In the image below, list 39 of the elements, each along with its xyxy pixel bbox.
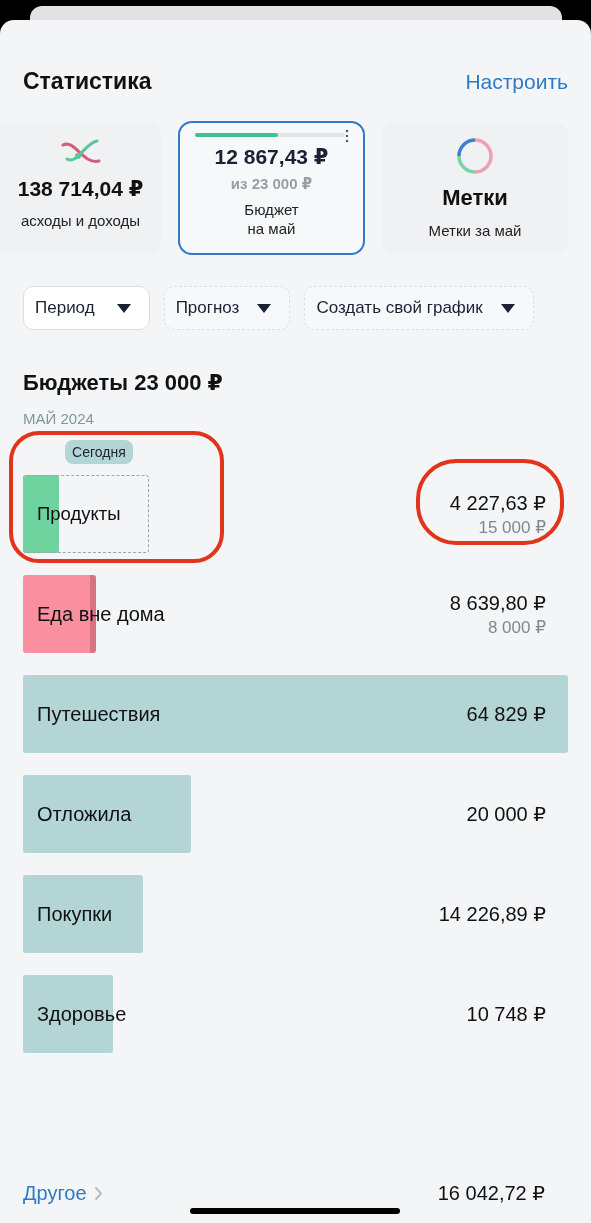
other-amount: 16 042,72 ₽ [437,1181,545,1205]
card-caption: Метки за май [428,221,522,240]
month-label: МАЙ 2024 [23,410,95,427]
filter-dropdown[interactable]: Прогноз [163,286,291,330]
card-value: 138 714,04 ₽ [17,177,144,201]
budget-amount: 14 226,89 ₽ [438,902,546,926]
caret-icon [116,303,131,313]
budget-name[interactable]: Здоровье [37,1002,127,1026]
budget-amount: 64 829 ₽ [466,702,546,726]
budget-name[interactable]: Еда вне дома [37,602,165,626]
budget-amount: 4 227,63 ₽ [449,490,546,515]
page-title: Статистика [23,68,152,95]
card-caption: асходы и доходы [20,211,141,230]
stat-card[interactable]: 12 867,43 ₽ из 23 000 ₽ Бюджет на май [178,121,365,255]
card-caption: Бюджет на май [244,200,299,238]
chevron-icon [93,1185,103,1201]
stat-card[interactable]: Метки Метки за май [382,121,568,255]
budget-name[interactable]: Путешествия [37,702,161,726]
caret-icon [500,303,515,313]
filter-dropdown[interactable]: Период [23,286,150,330]
card-value: Метки [442,185,508,211]
budget-limit: 15 000 ₽ [478,516,546,538]
filter-dropdown[interactable]: Создать свой график [304,286,534,330]
caret-icon [257,303,272,313]
budget-amount: 10 748 ₽ [466,1002,546,1026]
budget-name[interactable]: Отложила [37,802,132,826]
budget-limit: 8 000 ₽ [487,616,546,638]
budget-name[interactable]: Покупки [37,902,113,926]
card-value: 12 867,43 ₽ [214,145,329,169]
other-link[interactable]: Другое [23,1181,103,1205]
section-title: Бюджеты 23 000 ₽ [23,370,224,396]
ring-icon [456,137,494,175]
today-tooltip: Сегодня [65,440,133,464]
settings-link[interactable]: Настроить [465,69,568,94]
budget-amount: 8 639,80 ₽ [449,590,546,615]
stat-card[interactable]: 138 714,04 ₽ асходы и доходы [0,121,161,255]
more-icon [345,129,349,143]
card-subvalue: из 23 000 ₽ [230,175,313,193]
budget-amount: 20 000 ₽ [466,802,546,826]
